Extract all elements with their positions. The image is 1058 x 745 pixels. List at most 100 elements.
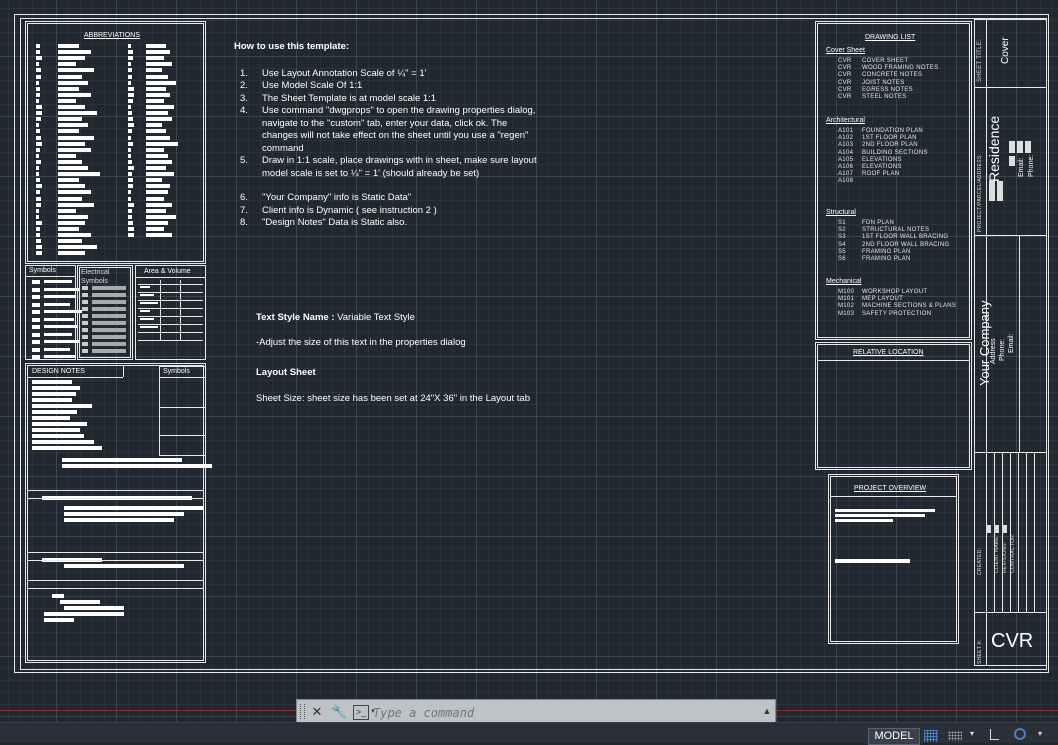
command-input[interactable]: [371, 703, 755, 722]
design-note-entry: [32, 416, 70, 420]
drawing-list-row: S5 FRAMING PLAN: [826, 249, 966, 256]
abbreviation-entry: [146, 98, 164, 103]
instructions-heading: How to use this template:: [234, 41, 350, 52]
drawing-name: 2ND FLOOR WALL BRACING: [862, 241, 950, 248]
design-note-entry: [32, 428, 80, 432]
abbreviation-entry: [146, 80, 176, 85]
polar-tracking-icon[interactable]: [1014, 728, 1026, 740]
symbol-entry: [44, 302, 70, 306]
model-tab[interactable]: MODEL: [868, 728, 920, 745]
abbreviation-entry: [58, 56, 85, 61]
abbreviation-entry: [58, 68, 94, 73]
close-icon[interactable]: ✕: [309, 703, 325, 720]
instruction-text: Draw in 1:1 scale, place drawings with i…: [262, 155, 537, 179]
wrench-icon[interactable]: 🔧: [331, 703, 347, 720]
instruction-item: 8. "Design Notes" Data is Static also.: [234, 217, 544, 230]
drawing-name: ELEVATIONS: [862, 163, 902, 170]
abbreviation-entry: [58, 214, 88, 219]
drawing-name: FOUNDATION PLAN: [862, 128, 924, 134]
area-grid-line: [138, 308, 203, 309]
abbreviation-entry: [36, 74, 41, 79]
area-grid-line: [180, 280, 181, 340]
command-line[interactable]: ✕ 🔧 >_ ▾ ▲: [296, 699, 776, 724]
abbreviation-entry: [58, 123, 88, 128]
abbreviation-entry: [128, 123, 134, 128]
instruction-item: 1. Use Layout Annotation Scale of ¼" = 1': [234, 68, 544, 81]
electrical-entry: [92, 300, 126, 304]
abbreviation-entry: [146, 147, 164, 152]
abbreviation-entry: [58, 153, 76, 158]
abbreviation-entry: [58, 141, 85, 146]
design-note-entry: [32, 440, 94, 444]
abbreviation-entry: [58, 190, 91, 195]
abbreviation-entry: [36, 239, 41, 244]
ortho-icon[interactable]: [990, 729, 999, 740]
abbreviation-entry: [36, 184, 42, 189]
abbreviation-entry: [36, 245, 42, 250]
design-note-entry: [64, 512, 184, 516]
instruction-item: 7. Client info is Dynamic ( see instructi…: [234, 205, 544, 218]
polar-dropdown-icon[interactable]: ▾: [1038, 729, 1042, 738]
abbreviation-entry: [36, 111, 42, 116]
abbreviation-entry: [128, 190, 131, 195]
snap-icon[interactable]: [948, 731, 962, 741]
drawing-group-title: Structural: [826, 209, 856, 216]
instruction-text: Use Model Scale Of 1:1: [262, 80, 363, 91]
design-note-entry: [64, 506, 204, 510]
instructions: How to use this template: 1. Use Layout A…: [234, 41, 544, 230]
abbreviation-entry: [146, 214, 176, 219]
abbreviation-entry: [128, 68, 132, 73]
sheet-title-label: SHEET TITLE:: [977, 38, 983, 82]
drawing-name: WOOD FRAMING NOTES: [862, 65, 939, 72]
area-grid-line: [138, 324, 203, 325]
drawing-group-title: Cover Sheet: [826, 47, 865, 54]
drawing-name: COVER SHEET: [862, 58, 909, 64]
design-note-entry: [32, 392, 76, 396]
drawing-group-title: Mechanical: [826, 278, 862, 285]
design-note-entry: [32, 380, 72, 384]
drawing-code: CVR: [838, 86, 852, 93]
drawing-code: CVR: [838, 58, 852, 64]
abbreviation-entry: [36, 159, 41, 164]
abbreviation-entry: [146, 141, 178, 146]
text-style-value: Variable Text Style: [334, 312, 415, 323]
abbreviation-entry: [36, 233, 40, 238]
drawing-list-row: A104 BUILDING SECTIONS: [826, 150, 966, 157]
abbreviation-entry: [36, 220, 42, 225]
drawing-code: A103: [838, 142, 854, 149]
abbreviation-entry: [128, 172, 132, 177]
company-address: Address: [990, 338, 997, 364]
drawing-list-row: CVR JOIST NOTES: [826, 80, 966, 87]
abbreviation-entry: [58, 251, 85, 256]
abbreviation-entry: [128, 92, 134, 97]
abbreviation-entry: [36, 123, 39, 128]
design-notes-panel: DESIGN NOTES Symbols: [25, 363, 212, 663]
command-grip-handle[interactable]: [300, 704, 305, 719]
command-history-up-icon[interactable]: ▲: [759, 703, 775, 720]
drawing-list-row: CVR COVER SHEET: [826, 58, 966, 65]
drawing-name: STRUCTURAL NOTES: [862, 227, 930, 234]
abbreviation-entry: [58, 135, 94, 140]
created-field-value: [1002, 525, 1007, 533]
text-style-note: -Adjust the size of this text in the pro…: [256, 336, 466, 348]
design-note-entry: [44, 618, 74, 622]
grid-icon[interactable]: [924, 730, 938, 742]
electrical-entry: [82, 300, 88, 304]
drawing-canvas[interactable]: ABBREVIATIONS Symbols Electrical Symbols…: [0, 0, 1058, 722]
abbreviation-entry: [146, 172, 174, 177]
instruction-text: "Design Notes" Data is Static also.: [262, 217, 408, 228]
company-phone: Phone:: [999, 338, 1006, 361]
abbreviation-entry: [58, 196, 82, 201]
abbreviation-entry: [58, 202, 94, 207]
area-entry: [140, 294, 154, 296]
electrical-symbols-panel: Electrical Symbols: [77, 265, 133, 360]
abbreviation-entry: [36, 68, 41, 73]
drawing-list-row: CVR EGRESS NOTES: [826, 87, 966, 94]
abbreviation-entry: [58, 172, 100, 177]
abbreviation-entry: [36, 98, 39, 103]
abbreviation-entry: [128, 233, 134, 238]
abbreviation-entry: [146, 220, 168, 225]
snap-dropdown-icon[interactable]: ▾: [970, 729, 974, 738]
abbreviation-entry: [128, 227, 134, 231]
abbreviation-entry: [36, 92, 40, 97]
